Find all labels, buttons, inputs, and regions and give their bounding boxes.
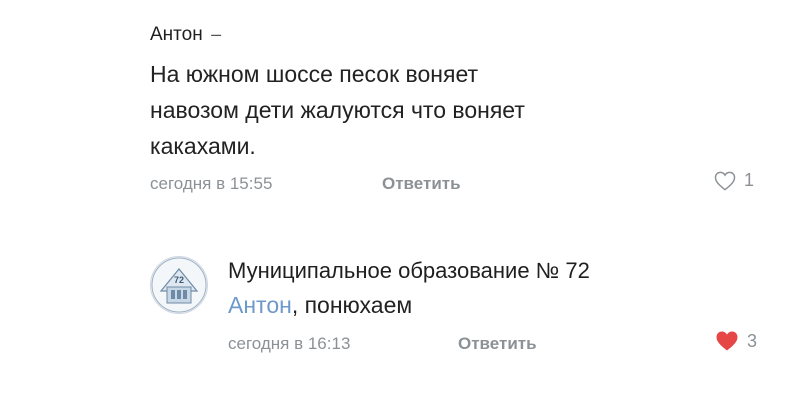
heart-filled-icon <box>716 331 738 351</box>
comment-author[interactable]: Антон <box>150 24 203 46</box>
avatar-number: 72 <box>174 275 184 285</box>
mention-link[interactable]: Антон <box>228 292 292 318</box>
comment-text-rest: , понюхаем <box>291 292 413 318</box>
comment-text: На южном шоссе песок воняет навозом дети… <box>150 56 770 164</box>
like-count: 1 <box>743 170 754 190</box>
comment-date: сегодня в 16:13 <box>228 334 351 353</box>
comment-anton: Антон – На южном шоссе песок воняет наво… <box>150 24 770 196</box>
reply-button[interactable]: Ответить <box>458 334 537 354</box>
like-button[interactable]: 3 <box>715 330 757 352</box>
avatar[interactable]: 72 <box>150 256 208 314</box>
author-suffix: – <box>211 24 222 44</box>
heart-outline-icon <box>714 171 736 191</box>
comment-text-line: какахами. <box>150 133 256 159</box>
comment-municipal: Муниципальное образование № 72 Антон, по… <box>228 258 773 356</box>
comment-date: сегодня в 15:55 <box>150 174 273 193</box>
comment-text: Антон, понюхаем <box>228 288 773 322</box>
reply-button[interactable]: Ответить <box>382 174 461 194</box>
like-count: 3 <box>746 330 757 351</box>
comment-text-line: навозом дети жалуются что воняет <box>150 97 525 123</box>
comment-meta: сегодня в 16:13 Ответить 3 <box>228 328 773 356</box>
comment-meta: сегодня в 15:55 Ответить 1 <box>150 168 770 196</box>
comment-author[interactable]: Муниципальное образование № 72 <box>228 258 590 284</box>
comment-text-line: На южном шоссе песок воняет <box>150 61 479 87</box>
like-button[interactable]: 1 <box>714 170 754 191</box>
municipal-emblem-icon: 72 <box>151 257 207 313</box>
